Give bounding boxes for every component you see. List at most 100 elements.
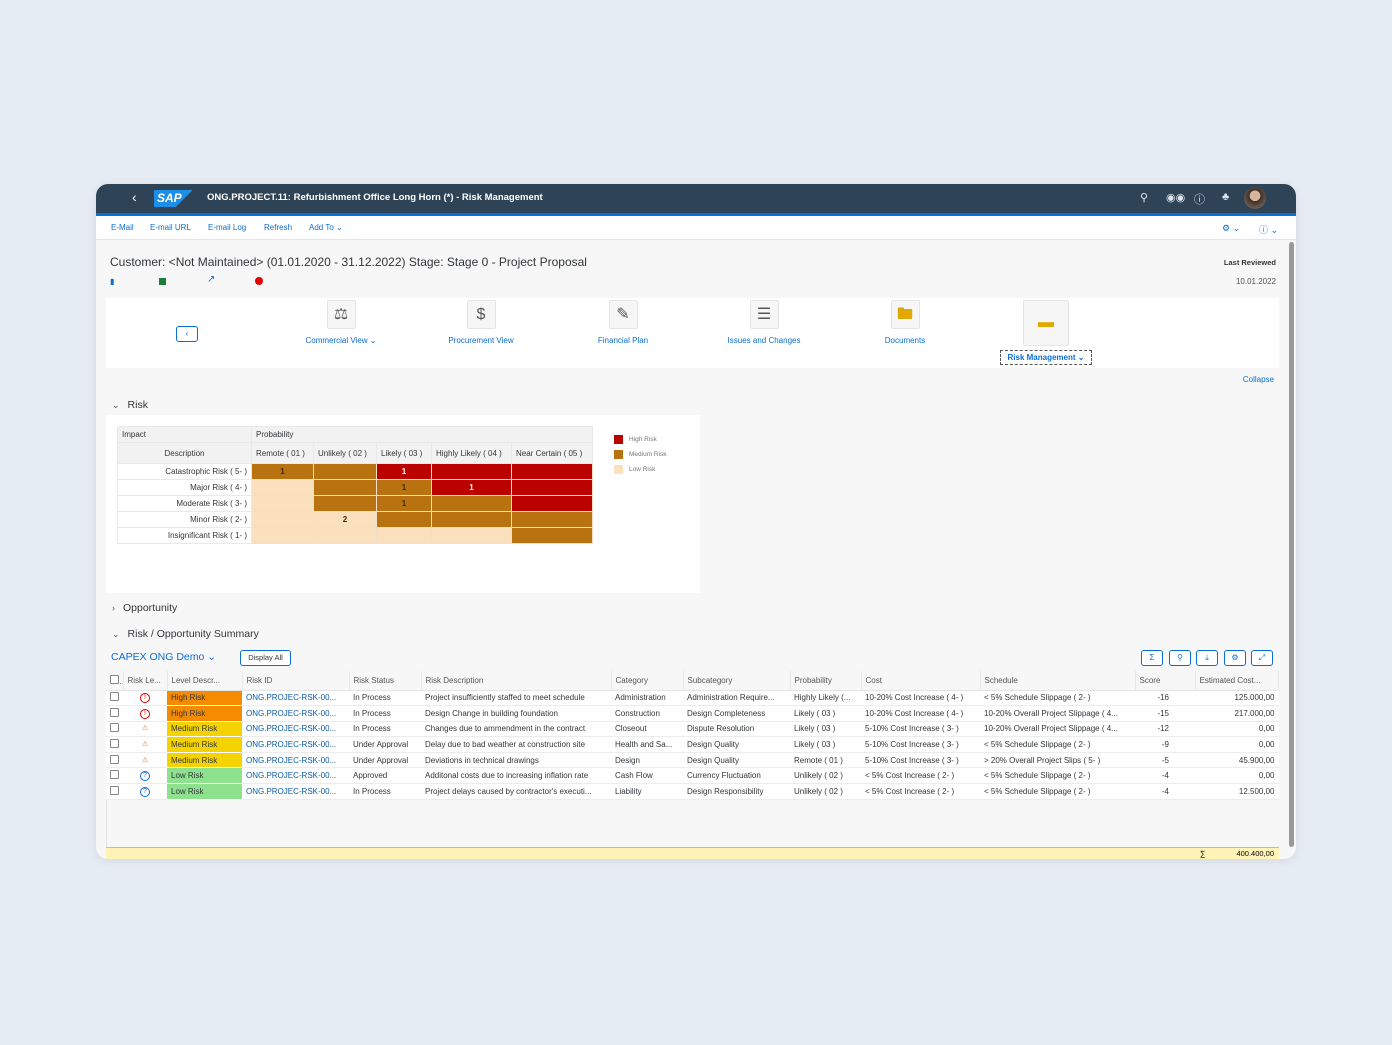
matrix-cell[interactable] bbox=[431, 511, 512, 528]
matrix-cell[interactable] bbox=[313, 495, 377, 512]
nav-procurement-view[interactable]: $ Procurement View bbox=[426, 300, 536, 345]
matrix-cell[interactable] bbox=[511, 479, 593, 496]
nav-issues-and-changes[interactable]: ☰ Issues and Changes bbox=[709, 300, 819, 345]
cell-id[interactable]: ONG.PROJEC-RSK-00... bbox=[242, 736, 349, 753]
select-all-checkbox[interactable] bbox=[106, 671, 124, 691]
matrix-cell[interactable]: 1 bbox=[376, 463, 432, 480]
column-header[interactable]: Risk Description bbox=[421, 671, 612, 691]
matrix-cell[interactable] bbox=[431, 495, 512, 512]
collapse-link[interactable]: Collapse bbox=[1243, 375, 1274, 384]
cell-prob: Likely ( 03 ) bbox=[790, 705, 861, 722]
matrix-cell[interactable] bbox=[511, 495, 593, 512]
help-menu-icon[interactable]: ⓘ ⌄ bbox=[1259, 223, 1278, 236]
email-button[interactable]: E-Mail bbox=[111, 223, 134, 232]
binoculars-icon[interactable]: ◉◉ bbox=[1166, 191, 1185, 204]
cell-id[interactable]: ONG.PROJEC-RSK-00... bbox=[242, 690, 349, 707]
column-header[interactable]: Risk Status bbox=[349, 671, 422, 691]
column-header[interactable]: Score bbox=[1135, 671, 1196, 691]
sum-icon[interactable]: Σ bbox=[1141, 650, 1163, 666]
matrix-cell[interactable] bbox=[313, 463, 377, 480]
matrix-cell[interactable]: 2 bbox=[313, 511, 377, 528]
column-header[interactable]: Risk Le... bbox=[123, 671, 168, 691]
table-row[interactable]: ? Low Risk ONG.PROJEC-RSK-00... In Process P… bbox=[106, 783, 1279, 800]
nav-financial-plan[interactable]: ✎ Financial Plan bbox=[568, 300, 678, 345]
matrix-cell[interactable] bbox=[251, 479, 314, 496]
cell-id[interactable]: ONG.PROJEC-RSK-00... bbox=[242, 705, 349, 722]
table-row[interactable]: ! High Risk ONG.PROJEC-RSK-00... In Process… bbox=[106, 690, 1279, 707]
email-url-button[interactable]: E-mail URL bbox=[150, 223, 191, 232]
matrix-cell[interactable] bbox=[431, 463, 512, 480]
help-icon[interactable]: ⓘ bbox=[1194, 191, 1205, 207]
cell-id[interactable]: ONG.PROJEC-RSK-00... bbox=[242, 752, 349, 769]
carousel-prev-button[interactable]: ‹ bbox=[176, 326, 198, 342]
matrix-cell[interactable] bbox=[313, 527, 377, 544]
bell-icon[interactable]: ♣ bbox=[1222, 191, 1229, 203]
matrix-cell[interactable]: 1 bbox=[251, 463, 314, 480]
matrix-cell[interactable] bbox=[511, 463, 593, 480]
column-header[interactable]: Category bbox=[611, 671, 684, 691]
row-checkbox[interactable] bbox=[106, 783, 123, 800]
column-header[interactable]: Estimated Cost... bbox=[1195, 671, 1279, 691]
column-header[interactable]: Subcategory bbox=[683, 671, 791, 691]
risk-icon: ▬ bbox=[1023, 300, 1069, 346]
row-checkbox[interactable] bbox=[106, 690, 123, 707]
display-all-button[interactable]: Display All bbox=[240, 650, 291, 666]
nav-label: Issues and Changes bbox=[727, 336, 801, 345]
column-header[interactable]: Risk ID bbox=[242, 671, 350, 691]
cell-est: 0,00 bbox=[1195, 767, 1279, 785]
cell-id[interactable]: ONG.PROJEC-RSK-00... bbox=[242, 767, 349, 785]
sap-logo: SAP bbox=[154, 190, 192, 207]
download-icon[interactable]: ⤓ bbox=[1196, 650, 1218, 666]
vertical-scrollbar[interactable] bbox=[1289, 242, 1294, 847]
table-row[interactable]: ? Low Risk ONG.PROJEC-RSK-00... Approved Add… bbox=[106, 767, 1279, 785]
matrix-cell[interactable] bbox=[431, 527, 512, 544]
cell-id[interactable]: ONG.PROJEC-RSK-00... bbox=[242, 783, 349, 800]
risk-section-header[interactable]: ⌄ Risk bbox=[112, 399, 148, 411]
row-checkbox[interactable] bbox=[106, 705, 123, 722]
column-header[interactable]: Schedule bbox=[980, 671, 1136, 691]
table-row[interactable]: ⚠ Medium Risk ONG.PROJEC-RSK-00... In Proce… bbox=[106, 721, 1279, 738]
column-header[interactable]: Cost bbox=[861, 671, 981, 691]
matrix-cell[interactable]: 1 bbox=[431, 479, 512, 496]
back-icon[interactable]: ‹ bbox=[132, 189, 137, 205]
settings-icon[interactable]: ⚙ bbox=[1224, 650, 1246, 666]
column-header[interactable]: Probability bbox=[790, 671, 862, 691]
search-icon[interactable]: ⚲ bbox=[1169, 650, 1191, 666]
table-row[interactable]: ⚠ Medium Risk ONG.PROJEC-RSK-00... Under Ap… bbox=[106, 736, 1279, 753]
matrix-cell[interactable] bbox=[376, 527, 432, 544]
row-checkbox[interactable] bbox=[106, 752, 123, 769]
settings-menu-icon[interactable]: ⚙ ⌄ bbox=[1222, 223, 1240, 234]
cell-desc: Design Change in building foundation bbox=[421, 705, 611, 722]
matrix-cell[interactable] bbox=[511, 511, 593, 528]
fullscreen-icon[interactable]: ⤢ bbox=[1251, 650, 1273, 666]
table-row[interactable]: ⚠ Medium Risk ONG.PROJEC-RSK-00... Under Ap… bbox=[106, 752, 1279, 769]
matrix-cell[interactable] bbox=[251, 511, 314, 528]
nav-documents[interactable]: 🖿 Documents bbox=[850, 300, 960, 345]
search-icon[interactable]: ⚲ bbox=[1140, 191, 1148, 204]
cell-id[interactable]: ONG.PROJEC-RSK-00... bbox=[242, 721, 349, 738]
cell-level: Medium Risk bbox=[167, 736, 242, 753]
summary-section-header[interactable]: ⌄ Risk / Opportunity Summary bbox=[112, 628, 259, 640]
matrix-cell[interactable]: 1 bbox=[376, 495, 432, 512]
matrix-cell[interactable] bbox=[313, 479, 377, 496]
email-log-button[interactable]: E-mail Log bbox=[208, 223, 246, 232]
refresh-button[interactable]: Refresh bbox=[264, 223, 292, 232]
opportunity-section-header[interactable]: › Opportunity bbox=[112, 602, 177, 614]
table-row[interactable]: ! High Risk ONG.PROJEC-RSK-00... In Process… bbox=[106, 705, 1279, 722]
nav-commercial-view[interactable]: ⚖ Commercial View ⌄ bbox=[286, 300, 396, 345]
matrix-cell[interactable] bbox=[376, 511, 432, 528]
matrix-cell[interactable] bbox=[251, 527, 314, 544]
add-to-button[interactable]: Add To ⌄ bbox=[309, 223, 343, 232]
probability-column-header: Unlikely ( 02 ) bbox=[313, 442, 377, 464]
variant-selector[interactable]: CAPEX ONG Demo ⌄ bbox=[111, 651, 216, 663]
document-icon[interactable]: ▮ bbox=[110, 277, 114, 286]
matrix-cell[interactable] bbox=[251, 495, 314, 512]
nav-risk-management[interactable]: ▬ Risk Management ⌄ bbox=[1000, 300, 1092, 365]
row-checkbox[interactable] bbox=[106, 736, 123, 753]
row-checkbox[interactable] bbox=[106, 767, 123, 785]
matrix-cell[interactable] bbox=[511, 527, 593, 544]
avatar[interactable] bbox=[1244, 187, 1266, 209]
matrix-cell[interactable]: 1 bbox=[376, 479, 432, 496]
row-checkbox[interactable] bbox=[106, 721, 123, 738]
column-header[interactable]: Level Descr... bbox=[167, 671, 243, 691]
